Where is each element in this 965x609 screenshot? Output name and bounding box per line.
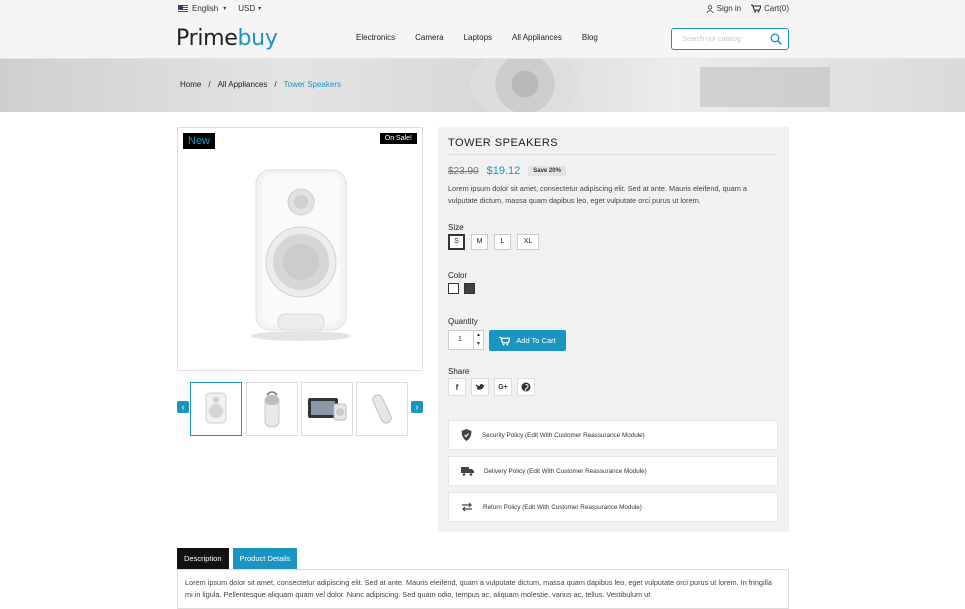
thumbnail-bar-speaker[interactable] xyxy=(356,382,408,436)
speaker-thumbnail-icon xyxy=(205,392,227,424)
price-block: $23.90 $19.12 Save 20% xyxy=(448,165,566,177)
discount-badge: Save 20% xyxy=(528,166,566,176)
user-icon xyxy=(706,4,714,13)
product-tabs: Description Product Details xyxy=(177,548,298,569)
user-links: Sign in Cart(0) xyxy=(706,4,789,13)
delivery-policy-label: Delivery Policy (Edit With Customer Reas… xyxy=(484,467,647,475)
currency-label: USD xyxy=(238,4,256,13)
truck-icon xyxy=(461,467,474,476)
quantity-label: Quantity xyxy=(448,317,478,326)
search-placeholder: Search our catalog xyxy=(682,35,741,43)
language-selector[interactable]: English ▾ USD ▾ xyxy=(178,4,261,13)
size-option-l[interactable]: L xyxy=(494,234,511,250)
shield-icon xyxy=(461,429,472,441)
header: English ▾ USD ▾ Sign in Cart(0) Primebuy… xyxy=(0,0,965,59)
speaker-image xyxy=(251,169,351,341)
carousel-next-button[interactable]: › xyxy=(411,401,423,413)
breadcrumb-all-appliances[interactable]: All Appliances xyxy=(218,80,268,89)
tab-description[interactable]: Description xyxy=(177,548,229,569)
language-label: English xyxy=(192,4,219,13)
return-policy: Return Policy (Edit With Customer Reassu… xyxy=(448,492,778,522)
color-options xyxy=(448,283,475,294)
us-flag-icon xyxy=(178,5,188,12)
portable-speaker-thumbnail-icon xyxy=(264,391,280,428)
quantity-stepper[interactable]: 1 ▲ ▼ xyxy=(448,330,484,350)
smart-display-thumbnail-icon xyxy=(308,398,347,421)
chevron-down-icon: ▾ xyxy=(223,6,227,12)
quantity-value: 1 xyxy=(458,336,462,343)
product-main-image[interactable]: New On Sale! xyxy=(177,127,423,371)
sign-in-link[interactable]: Sign in xyxy=(706,4,741,13)
thumbnail-carousel: ‹ › xyxy=(177,382,423,438)
product-info-panel: TOWER SPEAKERS $23.90 $19.12 Save 20% Lo… xyxy=(438,127,789,532)
add-to-cart-label: Add To Cart xyxy=(516,336,556,345)
search-input[interactable]: Search our catalog xyxy=(671,28,789,50)
color-swatch-white[interactable] xyxy=(448,283,459,294)
size-option-xl[interactable]: XL xyxy=(517,234,539,250)
size-options: S M L XL xyxy=(448,234,539,250)
size-label: Size xyxy=(448,223,464,232)
color-label: Color xyxy=(448,271,468,280)
nav-item-camera[interactable]: Camera xyxy=(415,33,443,42)
facebook-icon[interactable]: f xyxy=(448,378,466,396)
swap-arrows-icon xyxy=(462,502,472,512)
google-plus-icon[interactable]: G+ xyxy=(494,378,512,396)
cart-label: Cart(0) xyxy=(764,4,789,13)
tab-product-details[interactable]: Product Details xyxy=(232,548,298,569)
cart-icon xyxy=(499,336,511,346)
quantity-arrows[interactable]: ▲ ▼ xyxy=(473,331,483,349)
logo-text-prime: Prime xyxy=(176,26,238,51)
main-nav: Electronics Camera Laptops All Appliance… xyxy=(356,33,598,42)
size-option-m[interactable]: M xyxy=(471,234,488,250)
color-swatch-dark-gray[interactable] xyxy=(464,283,475,294)
logo[interactable]: Primebuy xyxy=(176,26,278,51)
search-icon[interactable] xyxy=(770,33,782,45)
delivery-policy: Delivery Policy (Edit With Customer Reas… xyxy=(448,456,778,486)
twitter-icon[interactable] xyxy=(471,378,489,396)
product-short-description: Lorem ipsum dolor sit amet, consectetur … xyxy=(448,184,747,205)
page-banner xyxy=(0,59,965,112)
pinterest-icon[interactable] xyxy=(517,378,535,396)
product-title: TOWER SPEAKERS xyxy=(448,137,776,155)
breadcrumb-home[interactable]: Home xyxy=(180,80,201,89)
security-policy-label: Security Policy (Edit With Customer Reas… xyxy=(482,431,645,439)
return-policy-label: Return Policy (Edit With Customer Reassu… xyxy=(483,503,642,511)
cart-icon xyxy=(751,4,762,13)
bar-speaker-thumbnail-icon xyxy=(372,394,392,424)
share-label: Share xyxy=(448,367,470,376)
thumbnail-speaker[interactable] xyxy=(190,382,242,436)
breadcrumb-separator: / xyxy=(274,80,277,89)
add-to-cart-button[interactable]: Add To Cart xyxy=(489,330,566,351)
breadcrumb: Home / All Appliances / Tower Speakers xyxy=(180,80,341,89)
currency-selector[interactable]: USD ▾ xyxy=(238,4,261,13)
breadcrumb-separator: / xyxy=(208,80,211,89)
thumbnail-smart-display[interactable] xyxy=(301,382,353,436)
size-option-s[interactable]: S xyxy=(448,234,465,250)
nav-item-electronics[interactable]: Electronics xyxy=(356,33,395,42)
sale-price: $19.12 xyxy=(486,165,521,177)
banner-device-image xyxy=(700,67,830,107)
nav-item-all-appliances[interactable]: All Appliances xyxy=(512,33,562,42)
badge-on-sale: On Sale! xyxy=(379,133,417,144)
share-buttons: f G+ xyxy=(448,378,535,396)
security-policy: Security Policy (Edit With Customer Reas… xyxy=(448,420,778,450)
badge-new: New xyxy=(183,133,216,149)
regular-price: $23.90 xyxy=(448,165,479,177)
tab-content: Lorem ipsum dolor sit amet, consectetur … xyxy=(177,569,789,609)
thumbnail-portable-speaker[interactable] xyxy=(246,382,298,436)
logo-text-buy: buy xyxy=(237,26,278,51)
carousel-prev-button[interactable]: ‹ xyxy=(177,401,189,413)
cart-link[interactable]: Cart(0) xyxy=(751,4,789,13)
nav-item-blog[interactable]: Blog xyxy=(582,33,598,42)
banner-camera-image xyxy=(470,59,580,112)
nav-item-laptops[interactable]: Laptops xyxy=(464,33,492,42)
chevron-down-icon: ▾ xyxy=(258,6,262,12)
breadcrumb-current: Tower Speakers xyxy=(283,80,341,89)
sign-in-label: Sign in xyxy=(716,4,742,13)
